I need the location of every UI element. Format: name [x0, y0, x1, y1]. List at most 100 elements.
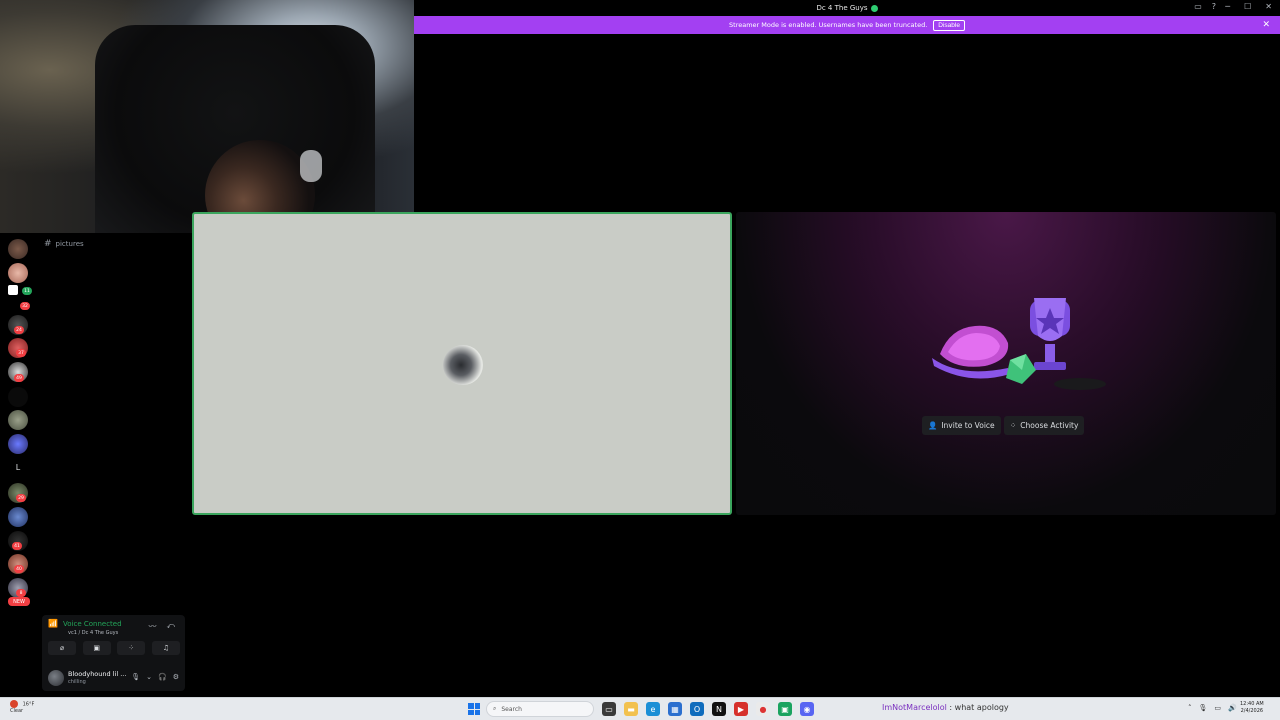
- minimize-button[interactable]: ─: [1225, 2, 1230, 11]
- store-icon[interactable]: ▦: [668, 702, 682, 716]
- server-icon[interactable]: [8, 239, 28, 259]
- app-icon[interactable]: ▣: [778, 702, 792, 716]
- window-controls: ─ ☐ ✕: [1225, 2, 1272, 11]
- camera-off-button[interactable]: ⌀: [48, 641, 76, 655]
- invite-label: Invite to Voice: [941, 421, 995, 430]
- activity-tile: 👤 Invite to Voice ⁘ Choose Activity: [736, 212, 1276, 515]
- outlook-icon[interactable]: O: [690, 702, 704, 716]
- activity-label: Choose Activity: [1020, 421, 1079, 430]
- taskbar-clock[interactable]: 12:40 AM 2/4/2026: [1240, 701, 1264, 715]
- clock-date: 2/4/2026: [1240, 708, 1264, 714]
- inbox-icon[interactable]: ▭: [1194, 2, 1202, 11]
- ticker-username: ImNotMarcelolol: [882, 703, 947, 712]
- microphone-tray-icon[interactable]: 🎙: [1199, 704, 1208, 712]
- disconnect-icon[interactable]: ⤺: [166, 621, 175, 632]
- voice-buttons: ⌀ ▣ ⁘ ♫: [48, 641, 180, 655]
- notification-badge: 41: [12, 542, 22, 550]
- search-placeholder: Search: [501, 705, 522, 713]
- activity-grid-icon: ⁘: [1010, 421, 1017, 430]
- participant-avatar: [443, 345, 483, 385]
- voice-participant-tile[interactable]: [192, 212, 732, 515]
- server-icon[interactable]: [8, 410, 28, 430]
- user-panel: Bloodyhound lil ... chilling 🎙 ⌄ 🎧 ⚙: [42, 667, 185, 689]
- disable-streamer-mode-button[interactable]: Disable: [933, 19, 965, 31]
- close-banner-icon[interactable]: ✕: [1262, 20, 1270, 30]
- start-button[interactable]: [468, 703, 480, 715]
- microphone-icon[interactable]: 🎙: [131, 673, 140, 681]
- signal-icon[interactable]: 📶: [48, 619, 58, 629]
- settings-gear-icon[interactable]: ⚙: [173, 673, 179, 681]
- server-emoji-icon: [870, 4, 878, 12]
- chevron-up-icon[interactable]: ˄: [1188, 704, 1192, 712]
- close-window-button[interactable]: ✕: [1265, 2, 1272, 11]
- window-title-text: Dc 4 The Guys: [816, 4, 868, 12]
- taskbar-search[interactable]: ⌕ Search: [486, 701, 594, 717]
- task-view-icon[interactable]: ▭: [602, 702, 616, 716]
- server-icon[interactable]: [8, 285, 18, 295]
- user-custom-status: chilling: [68, 679, 86, 685]
- title-bar: Dc 4 The Guys ▭ ? ─ ☐ ✕: [414, 0, 1280, 16]
- channel-panel: # pictures 📶 Voice Connected vc1 / Dc 4 …: [38, 233, 188, 695]
- volume-icon[interactable]: 🔊: [1228, 704, 1237, 712]
- edge-icon[interactable]: e: [646, 702, 660, 716]
- soundboard-button[interactable]: ♫: [151, 641, 180, 655]
- server-icon[interactable]: [8, 387, 28, 407]
- notification-badge: 32: [20, 302, 30, 310]
- chevron-down-icon[interactable]: ⌄: [146, 673, 152, 681]
- system-tray: ˄ 🎙 ▭ 🔊: [1188, 704, 1237, 712]
- discord-icon[interactable]: ◉: [800, 702, 814, 716]
- activities-button[interactable]: ⁘: [117, 641, 146, 655]
- webcam-overlay: [0, 0, 414, 233]
- choose-activity-button[interactable]: ⁘ Choose Activity: [1004, 416, 1085, 435]
- title-extra-icons: ▭ ?: [1194, 2, 1216, 11]
- server-icon[interactable]: [8, 434, 28, 454]
- taskbar-apps: ▭ ▬ e ▦ O N ▶ ● ▣ ◉: [602, 702, 814, 716]
- headphones-icon[interactable]: 🎧: [158, 673, 167, 681]
- file-explorer-icon[interactable]: ▬: [624, 702, 638, 716]
- help-icon[interactable]: ?: [1212, 2, 1216, 11]
- server-letter-icon[interactable]: L: [8, 457, 28, 477]
- weather-temp: 16°F: [22, 701, 35, 708]
- search-icon: ⌕: [493, 705, 497, 712]
- network-icon[interactable]: ▭: [1214, 704, 1221, 712]
- notification-badge: 11: [22, 287, 32, 295]
- webcam-headset: [300, 150, 322, 182]
- server-icon[interactable]: [8, 507, 28, 527]
- channel-label: pictures: [55, 240, 84, 248]
- noise-suppression-icon[interactable]: 〰: [148, 621, 156, 632]
- new-badge: NEW: [8, 597, 30, 606]
- voice-location[interactable]: vc1 / Dc 4 The Guys: [68, 630, 118, 636]
- notification-badge: 49: [14, 374, 24, 382]
- user-avatar[interactable]: [48, 670, 64, 686]
- weather-icon: [10, 700, 18, 708]
- notification-badge: 8: [16, 589, 26, 597]
- desktop: Dc 4 The Guys ▭ ? ─ ☐ ✕ Streamer Mode is…: [0, 0, 1280, 720]
- window-title: Dc 4 The Guys: [816, 4, 878, 12]
- text-channel-icon: #: [44, 239, 52, 249]
- add-person-icon: 👤: [928, 421, 938, 430]
- weather-widget[interactable]: 16°F Clear: [10, 700, 34, 714]
- notification-badge: 37: [16, 349, 26, 357]
- streamer-mode-banner: Streamer Mode is enabled. Usernames have…: [414, 16, 1280, 34]
- user-controls: 🎙 ⌄ 🎧 ⚙: [131, 673, 179, 681]
- channel-item-pictures[interactable]: # pictures: [44, 239, 84, 249]
- stream-chat-ticker: ImNotMarcelolol : what apology: [882, 703, 1009, 712]
- screen-share-button[interactable]: ▣: [82, 641, 111, 655]
- voice-actions: 〰 ⤺: [148, 621, 175, 632]
- chrome-icon[interactable]: ●: [756, 702, 770, 716]
- notification-badge: 29: [16, 494, 26, 502]
- notification-badge: 40: [14, 565, 24, 573]
- username[interactable]: Bloodyhound lil ...: [68, 670, 126, 678]
- trophy-illustration: [932, 298, 1106, 390]
- server-rail: 11 32 24 37 49 L 29 41 40 8 NEW: [0, 233, 38, 695]
- invite-to-voice-button[interactable]: 👤 Invite to Voice: [922, 416, 1001, 435]
- streamer-mode-text: Streamer Mode is enabled. Usernames have…: [729, 21, 928, 29]
- netflix-icon[interactable]: N: [712, 702, 726, 716]
- server-icon[interactable]: [8, 263, 28, 283]
- weather-desc: Clear: [10, 708, 24, 714]
- clock-time: 12:40 AM: [1240, 701, 1264, 707]
- maximize-button[interactable]: ☐: [1244, 2, 1251, 11]
- notification-badge: 24: [14, 326, 24, 334]
- video-app-icon[interactable]: ▶: [734, 702, 748, 716]
- voice-status[interactable]: Voice Connected: [63, 620, 122, 628]
